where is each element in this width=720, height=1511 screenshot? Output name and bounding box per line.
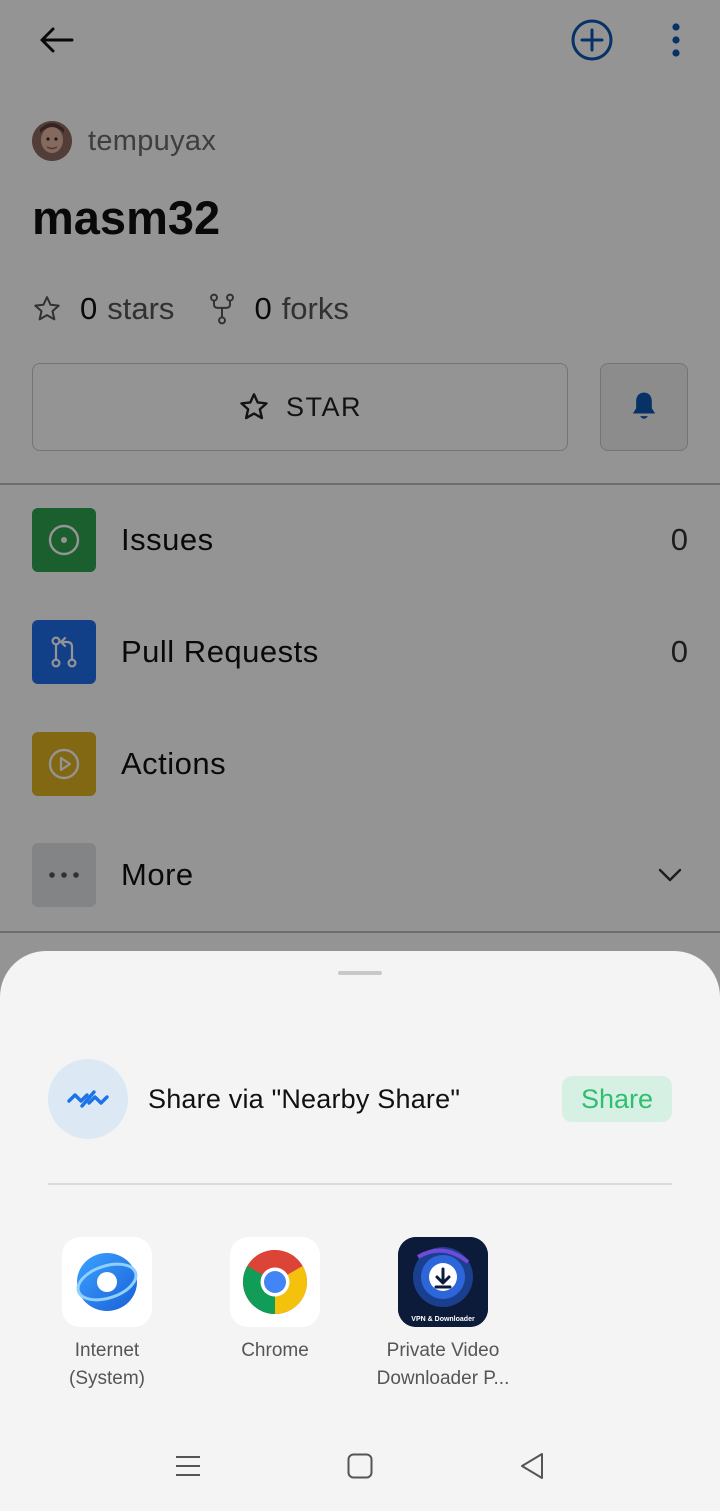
nearby-share-button[interactable]: Share [562, 1076, 672, 1122]
app-label: Private Video Downloader P... [376, 1340, 510, 1389]
menu-lines-icon [176, 1456, 200, 1476]
share-sheet: Share via "Nearby Share" Share Internet … [0, 951, 720, 1511]
recents-button[interactable] [168, 1446, 208, 1486]
nearby-share-row[interactable]: Share via "Nearby Share" Share [48, 1059, 672, 1139]
share-target-internet[interactable]: Internet (System) [23, 1237, 191, 1393]
app-label: Chrome [241, 1340, 309, 1361]
video-downloader-icon: VPN & Downloader [398, 1237, 488, 1327]
share-target-chrome[interactable]: Chrome [191, 1237, 359, 1365]
chrome-icon [230, 1237, 320, 1327]
app-label: Internet (System) [69, 1340, 145, 1389]
nearby-share-icon [48, 1059, 128, 1139]
share-target-private-video-downloader[interactable]: VPN & Downloader Private Video Downloade… [359, 1237, 527, 1393]
svg-text:VPN & Downloader: VPN & Downloader [411, 1316, 475, 1323]
system-back-button[interactable] [512, 1446, 552, 1486]
share-targets: Internet (System) Chrome VPN & Downloade… [0, 1237, 720, 1397]
square-icon [347, 1453, 373, 1479]
triangle-back-icon [521, 1453, 543, 1479]
samsung-internet-icon [62, 1237, 152, 1327]
drag-handle[interactable] [338, 971, 382, 975]
system-navigation-bar [0, 1431, 720, 1501]
home-button[interactable] [340, 1446, 380, 1486]
divider [48, 1183, 672, 1185]
nearby-share-label: Share via "Nearby Share" [148, 1083, 461, 1114]
